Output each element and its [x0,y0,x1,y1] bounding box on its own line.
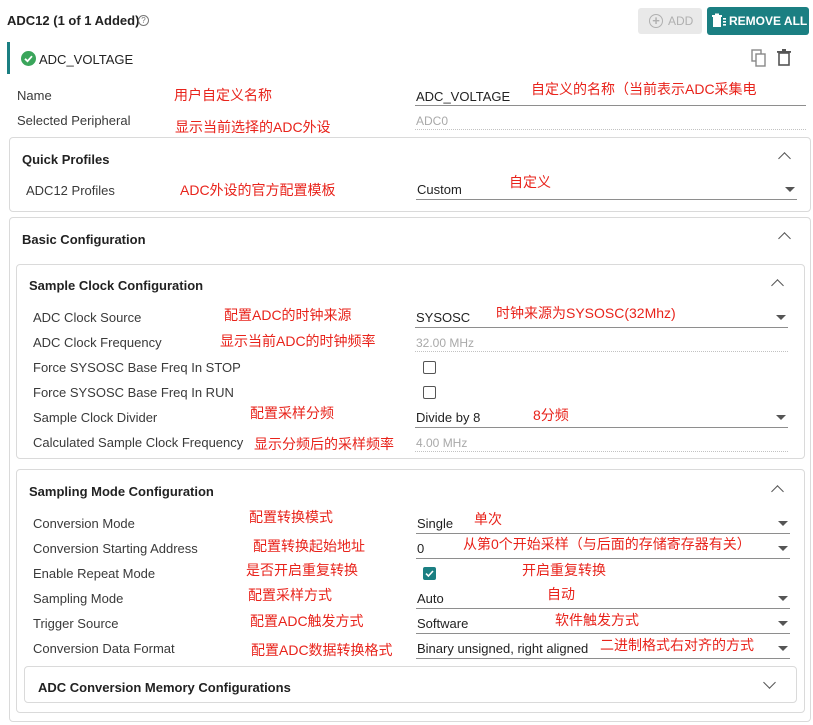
adc12-profiles-label: ADC12 Profiles [26,183,115,198]
conversion-start-address-label: Conversion Starting Address [33,541,198,556]
delete-icon[interactable] [777,49,791,66]
header-bar: ADC12 (1 of 1 Added) ? + ADD REMOVE ALL [0,0,813,40]
conversion-data-format-label: Conversion Data Format [33,641,175,656]
checkmark-icon [425,570,434,578]
sample-clock-divider-label: Sample Clock Divider [33,410,158,425]
check-circle-icon [21,51,36,66]
collapse-sample-clock-icon[interactable] [771,279,784,292]
adc-clock-frequency-value: 32.00 MHz [415,330,788,352]
force-sysosc-run-checkbox[interactable] [423,386,436,399]
instance-accent-bar [7,42,10,74]
annotation-data-format-value: 二进制格式右对齐的方式 [600,637,754,653]
chevron-down-icon [776,415,786,420]
annotation-clock-frequency: 显示当前ADC的时钟频率 [220,333,376,349]
conversion-mode-select[interactable]: Single [416,512,790,534]
add-button[interactable]: + ADD [638,8,702,34]
conversion-mode-label: Conversion Mode [33,516,135,531]
chevron-down-icon [778,521,788,526]
collapse-quick-profiles-icon[interactable] [778,152,791,165]
trigger-source-label: Trigger Source [33,616,119,631]
annotation-calculated-frequency: 显示分频后的采样频率 [254,436,394,452]
selected-peripheral-value: ADC0 [415,108,806,130]
conversion-memory-card[interactable]: ADC Conversion Memory Configurations [24,666,797,703]
chevron-down-icon [778,546,788,551]
quick-profiles-title: Quick Profiles [22,152,110,167]
chevron-down-icon [778,621,788,626]
enable-repeat-mode-checkbox[interactable] [423,567,436,580]
annotation-clock-source-value: 时钟来源为SYSOSC(32Mhz) [496,305,676,321]
page-title: ADC12 (1 of 1 Added) [7,13,140,28]
conversion-memory-title: ADC Conversion Memory Configurations [38,680,291,695]
annotation-start-address: 配置转换起始地址 [253,538,365,554]
annotation-name: 用户自定义名称 [174,87,272,103]
help-icon[interactable]: ? [138,15,149,26]
annotation-trigger-source-value: 软件触发方式 [555,612,639,628]
calculated-sample-clock-value: 4.00 MHz [415,430,788,452]
annotation-sampling-mode: 配置采样方式 [248,587,332,603]
annotation-peripheral: 显示当前选择的ADC外设 [175,119,331,135]
annotation-sampling-mode-value: 自动 [547,586,575,602]
enable-repeat-mode-label: Enable Repeat Mode [33,566,156,581]
sample-clock-title: Sample Clock Configuration [29,278,204,293]
remove-all-button[interactable]: REMOVE ALL [707,7,809,35]
remove-all-label: REMOVE ALL [729,14,808,28]
calculated-sample-clock-label: Calculated Sample Clock Frequency [33,435,244,450]
selected-peripheral-label: Selected Peripheral [17,113,131,128]
annotation-divider: 配置采样分频 [250,405,334,421]
force-sysosc-stop-label: Force SYSOSC Base Freq In STOP [33,360,241,375]
force-sysosc-run-label: Force SYSOSC Base Freq In RUN [33,385,234,400]
annotation-data-format: 配置ADC数据转换格式 [251,642,393,658]
basic-configuration-title: Basic Configuration [22,232,146,247]
annotation-repeat-mode: 是否开启重复转换 [246,562,358,578]
sampling-mode-label: Sampling Mode [33,591,124,606]
expand-conversion-memory-icon[interactable] [763,676,776,689]
annotation-start-address-value: 从第0个开始采样（与后面的存储寄存器有关） [463,536,751,552]
annotation-repeat-mode-value: 开启重复转换 [522,562,606,578]
instance-row[interactable]: ADC_VOLTAGE [7,42,807,74]
sample-clock-divider-select[interactable]: Divide by 8 [415,406,788,428]
chevron-down-icon [785,187,795,192]
chevron-down-icon [776,315,786,320]
adc12-profiles-select[interactable]: Custom [416,178,797,200]
add-circle-icon: + [649,14,663,28]
annotation-clock-source: 配置ADC的时钟来源 [224,307,352,323]
quick-profiles-card: Quick Profiles [9,137,811,212]
annotation-trigger-source: 配置ADC触发方式 [250,613,364,629]
copy-icon[interactable] [751,49,767,67]
annotation-conversion-mode: 配置转换模式 [249,509,333,525]
sampling-mode-title: Sampling Mode Configuration [29,484,214,499]
collapse-sampling-mode-icon[interactable] [771,485,784,498]
collapse-basic-configuration-icon[interactable] [778,232,791,245]
trash-multiple-icon [712,13,726,27]
annotation-conversion-mode-value: 单次 [474,511,502,527]
annotation-divider-value: 8分频 [533,407,569,423]
chevron-down-icon [778,646,788,651]
annotation-name-value: 自定义的名称（当前表示ADC采集电 [531,81,757,97]
instance-name: ADC_VOLTAGE [39,52,134,67]
add-button-label: ADD [668,14,694,28]
name-label: Name [17,88,52,103]
adc-clock-source-label: ADC Clock Source [33,310,142,325]
adc-clock-frequency-label: ADC Clock Frequency [33,335,162,350]
annotation-profiles: ADC外设的官方配置模板 [180,182,336,198]
annotation-profiles-value: 自定义 [509,174,551,190]
sampling-mode-select[interactable]: Auto [416,587,790,609]
chevron-down-icon [778,596,788,601]
force-sysosc-stop-checkbox[interactable] [423,361,436,374]
